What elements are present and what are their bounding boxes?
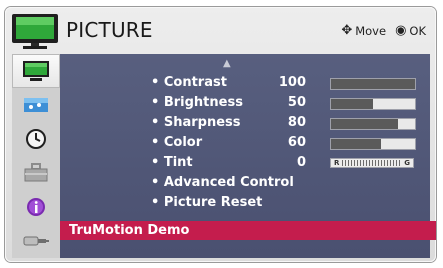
menu-item-label: • Picture Reset	[151, 195, 263, 210]
menu-item-picture-reset[interactable]: • Picture Reset	[60, 194, 430, 213]
scroll-up-icon[interactable]: ▲	[223, 58, 231, 69]
menu-item-label: • Tint	[151, 155, 193, 170]
menu-item-label: TruMotion Demo	[69, 223, 190, 238]
sidebar-item-time[interactable]	[12, 122, 60, 156]
menu-item-label: • Color	[151, 135, 203, 150]
nav-hint: ✥ Move ◉ OK	[341, 23, 426, 38]
menu-item-color[interactable]: • Color 60	[60, 134, 430, 153]
sidebar-item-picture[interactable]	[12, 54, 60, 88]
menu-item-label: • Advanced Control	[151, 175, 294, 190]
picture-tv-icon	[23, 61, 49, 81]
menu-item-value: 80	[287, 115, 306, 130]
menu-item-sharpness[interactable]: • Sharpness 80	[60, 114, 430, 133]
sharpness-level-bar[interactable]	[330, 118, 416, 130]
menu-item-tint[interactable]: • Tint 0 R G	[60, 154, 430, 173]
color-level-bar[interactable]	[330, 138, 416, 150]
tv-picture-icon	[12, 14, 58, 49]
picture-menu-window: PICTURE ✥ Move ◉ OK ▲ • Contrast 100 • B…	[5, 7, 436, 262]
brightness-level-bar[interactable]	[330, 98, 416, 110]
screen-settings-icon	[24, 98, 48, 112]
page-title: PICTURE	[66, 18, 153, 42]
category-sidebar	[12, 54, 60, 258]
menu-item-value: 60	[287, 135, 306, 150]
move-icon: ✥	[341, 23, 353, 38]
lock-icon	[24, 163, 48, 182]
menu-item-trumotion-demo[interactable]: TruMotion Demo	[60, 221, 436, 240]
sidebar-item-screen[interactable]	[12, 88, 60, 122]
menu-header: PICTURE ✥ Move ◉ OK	[5, 7, 436, 53]
ok-icon: ◉	[395, 23, 407, 38]
clock-icon	[26, 129, 46, 149]
menu-item-brightness[interactable]: • Brightness 50	[60, 94, 430, 113]
tint-green-label: G	[404, 159, 410, 167]
tint-red-label: R	[334, 159, 340, 167]
sidebar-item-input[interactable]	[12, 224, 60, 258]
contrast-level-bar[interactable]	[330, 78, 416, 90]
sidebar-item-lock[interactable]	[12, 156, 60, 190]
info-option-icon	[27, 198, 45, 216]
menu-item-label: • Contrast	[151, 75, 227, 90]
tint-scale	[342, 160, 402, 166]
menu-item-label: • Sharpness	[151, 115, 241, 130]
menu-item-advanced-control[interactable]: • Advanced Control	[60, 174, 430, 193]
sidebar-item-option[interactable]	[12, 190, 60, 224]
menu-item-value: 0	[296, 155, 306, 170]
move-label: Move	[355, 23, 387, 38]
input-connector-icon	[23, 236, 49, 246]
tint-balance-bar[interactable]: R G	[330, 158, 414, 168]
menu-item-value: 100	[278, 75, 306, 90]
ok-label: OK	[409, 23, 426, 38]
menu-item-value: 50	[287, 95, 306, 110]
menu-item-contrast[interactable]: • Contrast 100	[60, 74, 430, 93]
menu-item-label: • Brightness	[151, 95, 243, 110]
